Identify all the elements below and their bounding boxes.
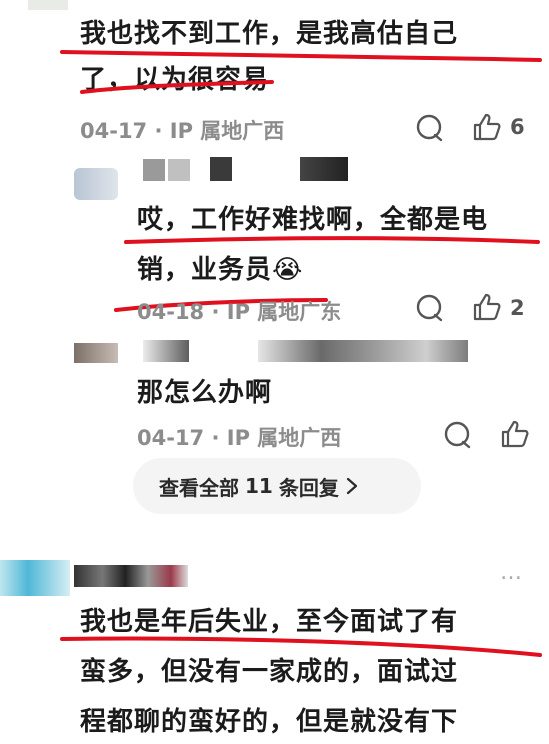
avatar: [74, 168, 118, 200]
view-replies-prefix: 查看全部: [159, 475, 239, 500]
avatar: [0, 560, 70, 596]
username-redacted: [210, 157, 232, 181]
username-redacted: [300, 157, 348, 181]
comment-text-line-1: 我也找不到工作，是我高估自己: [80, 19, 459, 49]
avatar: [74, 343, 118, 363]
username-redacted: [74, 565, 188, 587]
comment-text-line-2: 了，以为很容易: [80, 65, 270, 95]
comment-text-line-3: 程都聊的蛮好的，但是就没有下: [80, 707, 459, 737]
reply-meta: 04-18 · IP 属地广东: [137, 300, 342, 324]
reply-text-line-1: 哎，工作好难找啊，全都是电: [137, 205, 489, 235]
more-dots-icon[interactable]: …: [500, 560, 524, 585]
reply-text-line-1: 那怎么办啊: [137, 378, 273, 408]
like-count: 6: [510, 115, 525, 139]
username-redacted: [143, 340, 189, 362]
thumbs-up-icon[interactable]: [472, 112, 502, 142]
crying-emoji-icon: 😭: [272, 255, 304, 285]
username-redacted: [258, 340, 468, 362]
reply-location: IP 属地广东: [226, 300, 342, 324]
view-replies-count: 11: [245, 474, 273, 498]
reply-date: 04-18: [137, 300, 205, 324]
reply-meta: 04-17 · IP 属地广西: [137, 426, 342, 450]
comment-bubble-icon[interactable]: [416, 294, 444, 322]
thumbs-up-icon[interactable]: [500, 419, 530, 449]
reply-date: 04-17: [137, 426, 205, 450]
username-redacted: [143, 159, 165, 181]
view-replies-suffix: 条回复: [278, 475, 339, 500]
comment-bubble-icon[interactable]: [444, 421, 472, 449]
username-redacted: [168, 159, 190, 181]
reply-location: IP 属地广西: [226, 426, 342, 450]
comment-meta: 04-17 · IP 属地广西: [80, 119, 285, 143]
avatar: [28, 0, 68, 10]
comment-text-line-2: 蛮多，但没有一家成的，面试过: [80, 657, 459, 687]
comment-bubble-icon[interactable]: [416, 114, 444, 142]
comment-text-line-1: 我也是年后失业，至今面试了有: [80, 607, 459, 637]
like-count: 2: [510, 296, 525, 320]
comment-date: 04-17: [80, 119, 148, 143]
chevron-right-icon: [346, 477, 357, 495]
view-all-replies-button[interactable]: 查看全部 11 条回复: [133, 458, 421, 514]
thumbs-up-icon[interactable]: [472, 292, 502, 322]
reply-text-line-2: 销，业务员😭: [137, 255, 304, 285]
comment-location: IP 属地广西: [169, 119, 285, 143]
